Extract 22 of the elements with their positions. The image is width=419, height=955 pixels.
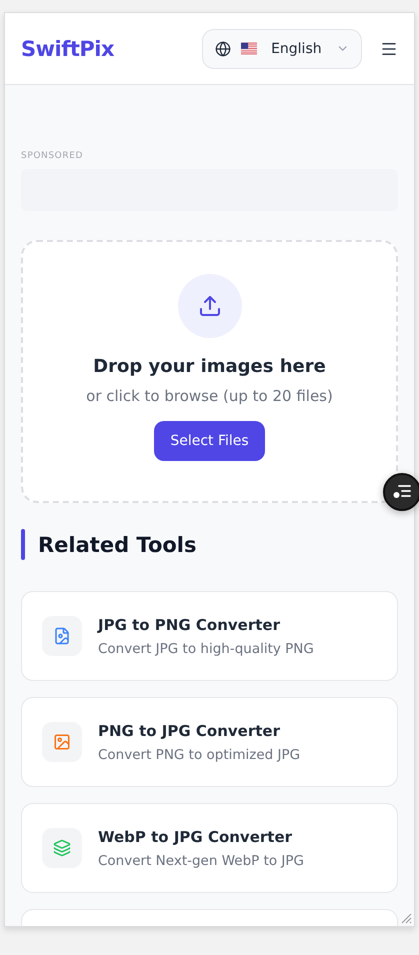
dropzone-subtitle: or click to browse (up to 20 files) [86, 387, 333, 405]
globe-icon [215, 40, 232, 58]
upload-dropzone[interactable]: Drop your images here or click to browse (up to 20 files) Select Files [21, 240, 398, 503]
language-selector[interactable]: English [202, 28, 362, 68]
logo[interactable]: SwiftPix [21, 36, 114, 60]
tool-description: Convert JPG to high-quality PNG [98, 640, 314, 656]
select-files-button[interactable]: Select Files [154, 421, 265, 461]
tool-card[interactable]: JPG to PNG Converter Convert JPG to high-quality PNG [21, 591, 398, 681]
dropzone-title: Drop your images here [93, 356, 326, 377]
tool-description: Convert PNG to optimized JPG [98, 746, 300, 762]
tool-title: WebP to JPG Converter [98, 828, 294, 846]
tool-card[interactable]: PNG to JPG Converter Convert PNG to optimized JPG [21, 697, 398, 787]
tool-title: PNG to JPG Converter [98, 722, 281, 740]
sponsored-label: SPONSORED [21, 151, 84, 161]
list-settings-icon [392, 484, 412, 500]
heading-accent-bar [21, 529, 25, 560]
tool-card[interactable]: WebP to JPG Converter Convert Next-gen WebP to JPG [21, 803, 398, 893]
flag-icon [241, 42, 258, 55]
tool-title: JPG to PNG Converter [98, 616, 281, 634]
resize-grip-icon[interactable] [401, 913, 412, 924]
tool-description: Convert Next-gen WebP to JPG [98, 852, 304, 868]
section-heading: Related Tools [38, 532, 196, 556]
